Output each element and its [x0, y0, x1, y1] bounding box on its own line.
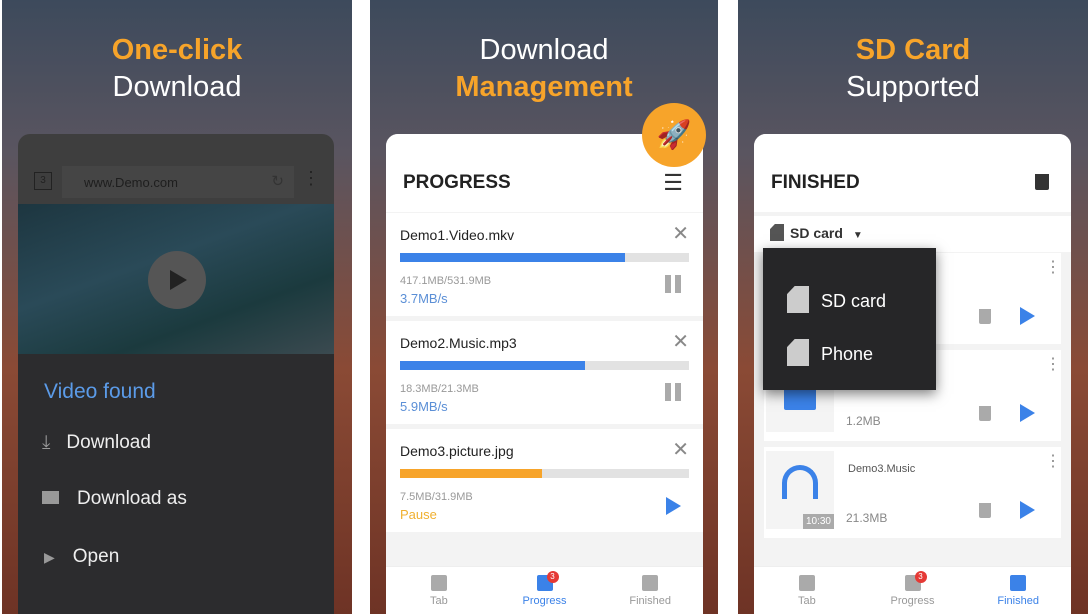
headline-accent: One-click: [111, 34, 243, 66]
headline: Download: [112, 71, 242, 103]
headphones-icon: [782, 465, 818, 499]
storage-selector[interactable]: SD card ▼: [770, 224, 863, 241]
download-item: Demo2.Music.mp3 ✕ 18.3MB/21.3MB 5.9MB/s: [386, 321, 703, 424]
url-bar[interactable]: www.Demo.com ↻: [62, 166, 294, 198]
more-icon[interactable]: ⋮: [1045, 454, 1061, 470]
badge: 3: [914, 571, 927, 583]
bottom-nav: Tab 3 Progress Finished: [754, 566, 1071, 614]
badge: 3: [546, 571, 559, 583]
download-icon: ⤓: [42, 432, 51, 453]
play-icon[interactable]: [1020, 307, 1035, 325]
tabs-icon: [430, 575, 447, 591]
headline: Download: [479, 34, 609, 66]
trash-icon[interactable]: [979, 503, 991, 518]
progress-card: PROGRESS ☰ Demo1.Video.mkv ✕ 417.1MB/531…: [386, 134, 703, 614]
pause-icon[interactable]: [665, 275, 681, 293]
play-icon: ▶: [44, 549, 55, 565]
tabs-icon: [798, 575, 815, 591]
nav-progress[interactable]: 3 Progress: [492, 567, 598, 614]
progress-bar: [400, 361, 689, 370]
menu-item-phone[interactable]: Phone: [787, 339, 873, 366]
download-item: Demo1.Video.mkv ✕ 417.1MB/531.9MB 3.7MB/…: [386, 213, 703, 316]
file-size: 7.5MB/31.9MB: [400, 491, 473, 503]
folder-icon: [42, 491, 59, 504]
browser-card: 3 www.Demo.com ↻ ⋮ Video found ⤓ Download…: [18, 134, 334, 614]
storage-menu: SD card Phone: [763, 248, 936, 390]
close-icon[interactable]: ✕: [672, 437, 689, 462]
rocket-icon: 🚀: [656, 119, 692, 150]
sheet-title: Video found: [44, 380, 156, 403]
url-text: www.Demo.com: [84, 175, 178, 190]
status-text: 3.7MB/s: [400, 291, 448, 306]
file-name: Demo1.Video.mkv: [400, 227, 515, 243]
sd-card-icon: [770, 224, 784, 241]
headline-accent: Management: [455, 71, 633, 103]
finished-item[interactable]: 10:30 Demo3.Music 21.3MB ⋮: [764, 447, 1061, 538]
status-text: 5.9MB/s: [400, 399, 448, 414]
bottom-sheet: Video found ⤓ Download Download as ▶ Open: [18, 354, 334, 614]
file-size: 21.3MB: [846, 511, 888, 525]
resume-icon[interactable]: [666, 497, 681, 515]
file-name: Demo2.Music.mp3: [400, 335, 517, 351]
thumbnail: 10:30: [766, 451, 834, 529]
action-download[interactable]: ⤓ Download: [42, 432, 151, 454]
folder-icon: [642, 575, 659, 591]
finished-card: FINISHED SD card ▼ Demo1.Video ⋮ Demo2.P…: [754, 134, 1071, 614]
reload-icon[interactable]: ↻: [271, 172, 284, 190]
nav-finished[interactable]: Finished: [965, 567, 1071, 614]
trash-icon[interactable]: [979, 406, 991, 421]
video-preview[interactable]: [18, 204, 334, 354]
menu-icon[interactable]: ⋮: [302, 168, 320, 189]
pause-icon[interactable]: [665, 383, 681, 401]
nav-progress[interactable]: 3 Progress: [860, 567, 966, 614]
sd-card-icon: [787, 286, 809, 313]
play-icon[interactable]: [1020, 404, 1035, 422]
headline-accent: SD Card: [855, 34, 971, 66]
close-icon[interactable]: ✕: [672, 221, 689, 246]
panel-sd-card: SD Card Supported FINISHED SD card ▼ Demo…: [738, 0, 1088, 614]
file-name: Demo3.Music: [848, 463, 916, 475]
close-icon[interactable]: ✕: [672, 329, 689, 354]
more-icon[interactable]: ⋮: [1045, 260, 1061, 276]
panel-one-click: One-click Download 3 www.Demo.com ↻ ⋮ Vid…: [2, 0, 352, 614]
panel-download-management: Download Management PROGRESS ☰ Demo1.Vide…: [370, 0, 718, 614]
progress-bar: [400, 253, 689, 262]
page-title: PROGRESS: [403, 172, 511, 193]
file-size: 1.2MB: [846, 414, 881, 428]
duration: 10:30: [802, 514, 834, 529]
more-icon[interactable]: ⋮: [1045, 357, 1061, 373]
caret-down-icon: ▼: [852, 230, 863, 241]
file-size: 18.3MB/21.3MB: [400, 383, 479, 395]
nav-tab[interactable]: Tab: [754, 567, 860, 614]
bottom-nav: Tab 3 Progress Finished: [386, 566, 703, 614]
file-name: Demo3.picture.jpg: [400, 443, 514, 459]
action-download-as[interactable]: Download as: [42, 488, 187, 510]
action-open[interactable]: ▶ Open: [44, 546, 119, 568]
menu-item-sd-card[interactable]: SD card: [787, 286, 886, 313]
file-size: 417.1MB/531.9MB: [400, 275, 492, 287]
play-button[interactable]: [148, 251, 206, 309]
download-item: Demo3.picture.jpg ✕ 7.5MB/31.9MB Pause: [386, 429, 703, 532]
headline: Supported: [846, 71, 980, 103]
status-text: Pause: [400, 507, 437, 522]
list-icon[interactable]: ☰: [663, 170, 683, 196]
page-title: FINISHED: [771, 172, 860, 193]
nav-finished[interactable]: Finished: [597, 567, 703, 614]
clear-all-icon[interactable]: [1035, 174, 1049, 190]
folder-icon: [1010, 575, 1027, 591]
sd-card-icon: [787, 339, 809, 366]
nav-tab[interactable]: Tab: [386, 567, 492, 614]
rocket-button[interactable]: 🚀: [642, 103, 706, 167]
tab-count-icon[interactable]: 3: [34, 172, 52, 190]
play-icon[interactable]: [1020, 501, 1035, 519]
trash-icon[interactable]: [979, 309, 991, 324]
progress-bar: [400, 469, 689, 478]
